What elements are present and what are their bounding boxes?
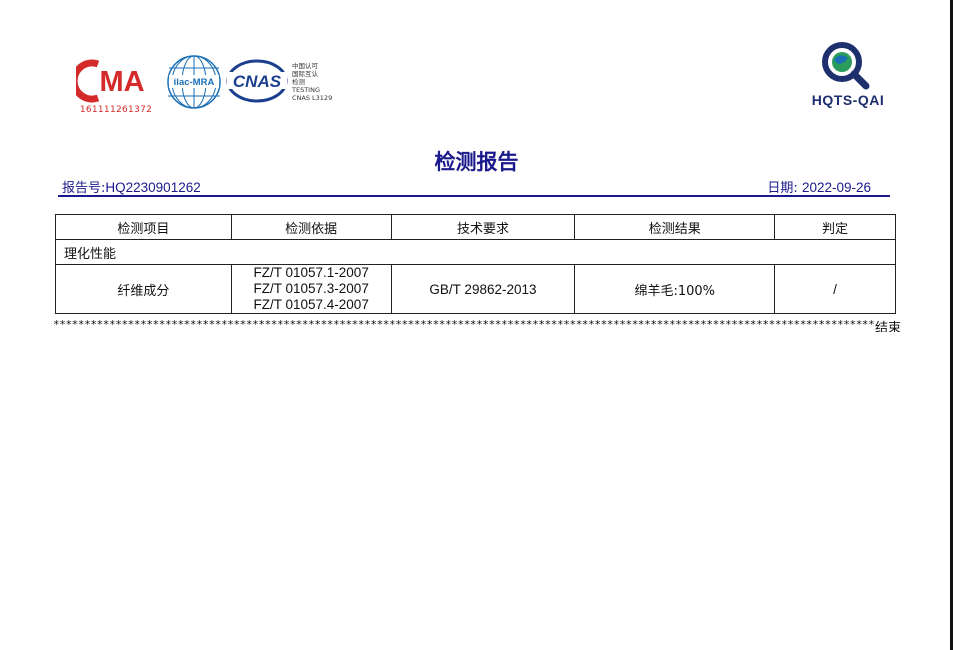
magnifier-icon [822, 42, 870, 90]
test-item-cell: 纤维成分 [55, 264, 232, 314]
end-of-report-line: ****************************************… [53, 318, 901, 332]
report-number: 报告号:HQ2230901262 [62, 177, 201, 196]
cnas-side-line: 中国认可 [292, 62, 318, 70]
column-header: 检测结果 [574, 214, 776, 240]
report-date-value: 2022-09-26 [801, 180, 871, 195]
report-title: 检测报告 [434, 150, 519, 174]
column-header: 技术要求 [390, 214, 576, 240]
end-mark: 结束 [874, 318, 901, 332]
report-number-value: HQ2230901262 [105, 180, 201, 195]
results-table: 检测项目 检测依据 技术要求 检测结果 判定 理化性能 纤维成分 FZ/T 01… [55, 214, 896, 314]
cma-number: 161111261372 [79, 105, 153, 115]
cma-mark: MA [70, 59, 145, 103]
cnas-text: CNAS [233, 72, 282, 91]
basis-standard: FZ/T 01057.1-2007 [253, 265, 369, 280]
cnas-side-line: CNAS L3129 [292, 94, 333, 102]
cnas-logo: CNAS [226, 58, 288, 104]
column-header: 检测项目 [55, 214, 232, 240]
column-header: 检测依据 [230, 214, 392, 240]
table-header-row: 检测项目 检测依据 技术要求 检测结果 判定 [55, 214, 896, 240]
cma-text: MA [99, 66, 144, 98]
section-label: 理化性能 [55, 239, 896, 265]
result-cell: 绵羊毛:100% [574, 264, 776, 314]
column-header: 判定 [774, 214, 896, 240]
verdict-cell: / [774, 264, 896, 314]
cnas-side-line: 检测 [292, 78, 305, 86]
report-date-label: 日期: [767, 181, 798, 196]
hqts-label: HQTS-QAI [811, 92, 885, 108]
ilac-mra-logo: ilac-MRA [166, 54, 222, 110]
test-basis-cell: FZ/T 01057.1-2007 FZ/T 01057.3-2007 FZ/T… [230, 264, 392, 314]
section-row: 理化性能 [55, 239, 896, 265]
hqts-logo: HQTS-QAI [796, 38, 900, 112]
header-divider [58, 195, 890, 197]
basis-standard: FZ/T 01057.4-2007 [253, 297, 369, 312]
cma-logo: MA 161111261372 [70, 58, 156, 120]
basis-standard: FZ/T 01057.3-2007 [253, 281, 369, 296]
requirement-cell: GB/T 29862-2013 [390, 264, 576, 314]
report-date: 日期: 2022-09-26 [767, 177, 871, 196]
cnas-mark: CNAS [226, 59, 288, 103]
report-number-label: 报告号: [62, 181, 106, 196]
globe-icon: ilac-MRA [167, 55, 221, 109]
table-row: 纤维成分 FZ/T 01057.1-2007 FZ/T 01057.3-2007… [55, 264, 896, 314]
cnas-side-text: 中国认可 国际互认 检测 TESTING CNAS L3129 [292, 62, 332, 102]
asterisk-divider: ****************************************… [53, 318, 901, 331]
cnas-side-line: 国际互认 [292, 70, 318, 78]
ilac-text: ilac-MRA [174, 77, 215, 88]
cnas-side-line: TESTING [292, 86, 320, 94]
